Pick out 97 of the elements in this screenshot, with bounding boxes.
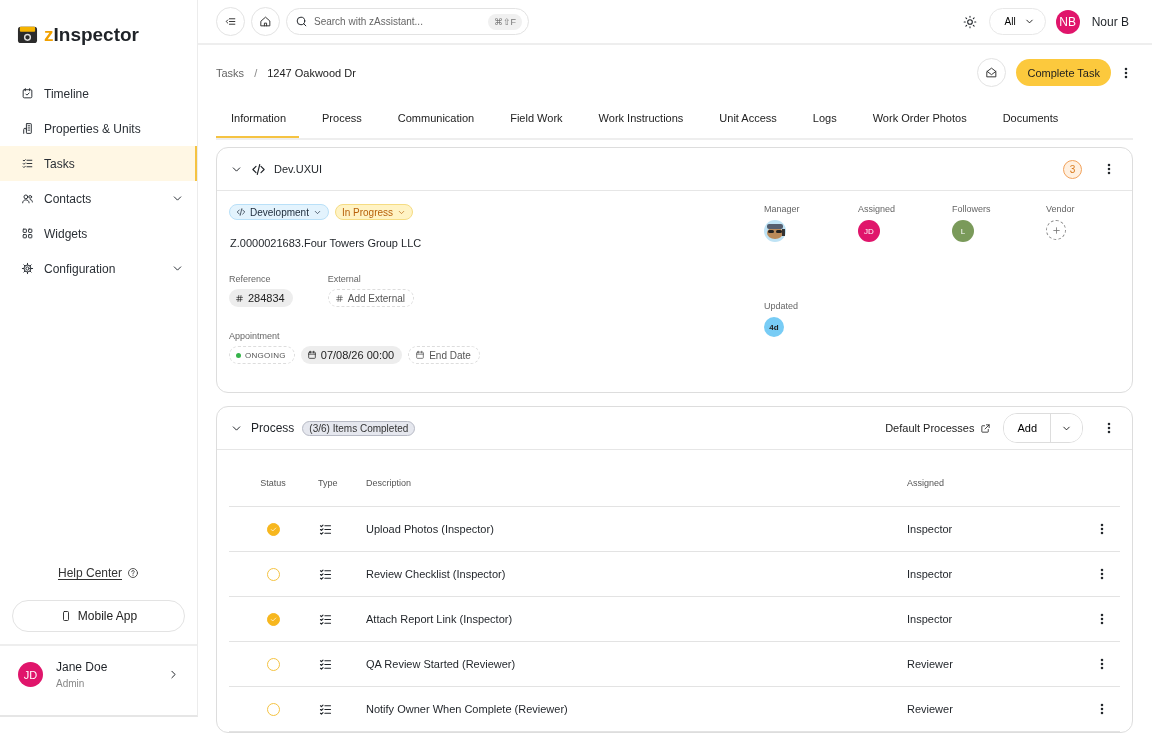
envelope-icon: [985, 66, 999, 79]
breadcrumb-item: 1247 Oakwood Dr: [267, 66, 356, 79]
status-checkbox[interactable]: [266, 612, 280, 626]
settings-icon: [21, 262, 34, 275]
filter-dropdown[interactable]: All: [988, 8, 1046, 35]
nav-item[interactable]: Contacts: [0, 181, 197, 216]
table-cell: Inspector: [906, 596, 1094, 642]
home-icon: [259, 15, 272, 28]
end-date-button[interactable]: End Date: [408, 346, 480, 364]
start-date-button[interactable]: 07/08/26 00:00: [300, 346, 403, 364]
table-cell: Review Checklist (Inspector): [365, 551, 906, 597]
checklist-icon: [21, 157, 34, 170]
grid-icon: [21, 227, 34, 240]
add-external-button[interactable]: Add External: [327, 289, 414, 307]
complete-task-button[interactable]: Complete Task: [1016, 59, 1111, 86]
default-processes-link[interactable]: Default Processes: [885, 422, 992, 434]
tab[interactable]: Documents: [987, 100, 1072, 138]
field-label: Reference: [229, 274, 272, 284]
nav-item[interactable]: Tasks: [0, 146, 197, 181]
field-label: Appointment: [229, 331, 281, 341]
nav-item[interactable]: Configuration: [0, 251, 197, 286]
help-icon: [127, 567, 139, 579]
reference-chip: 284834: [229, 289, 293, 307]
company-name: Z.0000021683.Four Towers Group LLC: [230, 237, 423, 249]
column-header: Type: [317, 460, 365, 507]
tab[interactable]: Logs: [797, 100, 850, 138]
field-label: Vendor: [1046, 204, 1076, 214]
status-dot: [236, 352, 241, 358]
tab[interactable]: Information: [216, 100, 300, 138]
mobile-app-button[interactable]: Mobile App: [12, 600, 185, 632]
column-header: Description: [365, 460, 906, 507]
user-name: Jane Doe: [56, 660, 109, 674]
category-tag[interactable]: Development: [229, 204, 329, 220]
field-label: Assigned: [858, 204, 897, 214]
tab[interactable]: Communication: [382, 100, 488, 138]
progress-badge: (3/6) Items Completed: [302, 420, 416, 436]
field-label: Manager: [764, 204, 801, 214]
calendar-icon: [415, 350, 426, 360]
home-button[interactable]: [251, 7, 280, 36]
status-chip: ONGOING: [229, 346, 295, 364]
tab[interactable]: Field Work: [495, 100, 576, 138]
status-tag[interactable]: In Progress: [334, 204, 414, 220]
tab[interactable]: Work Order Photos: [857, 100, 980, 138]
check-icon: [268, 524, 278, 534]
status-checkbox[interactable]: [266, 522, 280, 536]
table-cell: Inspector: [906, 551, 1094, 597]
search-input[interactable]: Search with zAssistant...: [314, 16, 482, 27]
search-icon: [295, 15, 308, 28]
breadcrumb-separator: /: [254, 66, 258, 79]
user-avatar: JD: [18, 662, 43, 687]
user-avatar[interactable]: JD: [858, 220, 880, 242]
tab[interactable]: Process: [307, 100, 375, 138]
code-icon: [236, 207, 246, 217]
table-cell: Inspector: [906, 506, 1094, 552]
user-name: Nour B: [1091, 14, 1129, 29]
nav-item[interactable]: Properties & Units: [0, 111, 197, 146]
table-cell: Reviewer: [906, 686, 1094, 732]
table-cell: Reviewer: [906, 641, 1094, 687]
user-avatar[interactable]: NB: [1055, 9, 1080, 34]
table-cell: Upload Photos (Inspector): [365, 506, 906, 552]
calendar-icon: [306, 350, 317, 360]
external-link-icon: [980, 422, 992, 434]
hash-icon: [235, 293, 244, 303]
column-header: Status: [229, 460, 317, 507]
card-title: Process: [251, 421, 295, 435]
calendar-check-icon: [21, 87, 34, 100]
add-vendor-button[interactable]: [1046, 220, 1066, 240]
field-label: External: [327, 274, 362, 284]
card-title: Dev.UXUI: [274, 163, 323, 175]
user-role: Admin: [56, 678, 86, 689]
code-icon: [251, 161, 266, 177]
plus-icon: [1050, 224, 1062, 236]
nav-item[interactable]: Widgets: [0, 216, 197, 251]
hash-icon: [334, 293, 344, 303]
column-header: Assigned: [906, 460, 1094, 507]
count-badge: 3: [1063, 159, 1082, 179]
breadcrumb-item[interactable]: Tasks: [216, 66, 245, 79]
logo-icon: [17, 24, 38, 45]
table-cell: Attach Report Link (Inspector): [365, 596, 906, 642]
updated-badge: 4d: [764, 317, 784, 337]
nav-item[interactable]: Timeline: [0, 76, 197, 111]
tab[interactable]: Work Instructions: [583, 100, 697, 138]
brand-name: zInspector: [44, 23, 140, 46]
collapse-sidebar-button[interactable]: [216, 7, 245, 36]
tab[interactable]: Unit Access: [704, 100, 790, 138]
help-link[interactable]: Help Center: [58, 566, 122, 580]
people-icon: [21, 192, 34, 205]
message-button[interactable]: [977, 58, 1007, 87]
shortcut-key: ⌘⇧F: [487, 13, 522, 30]
table-cell: QA Review Started (Reviewer): [365, 641, 906, 687]
theme-sun-icon[interactable]: [962, 14, 977, 29]
check-icon: [268, 614, 278, 624]
field-label: Updated: [764, 301, 800, 311]
table-cell: Notify Owner When Complete (Reviewer): [365, 686, 906, 732]
building-icon: [21, 122, 34, 135]
collapse-icon: [224, 15, 237, 28]
field-label: Followers: [952, 204, 992, 214]
